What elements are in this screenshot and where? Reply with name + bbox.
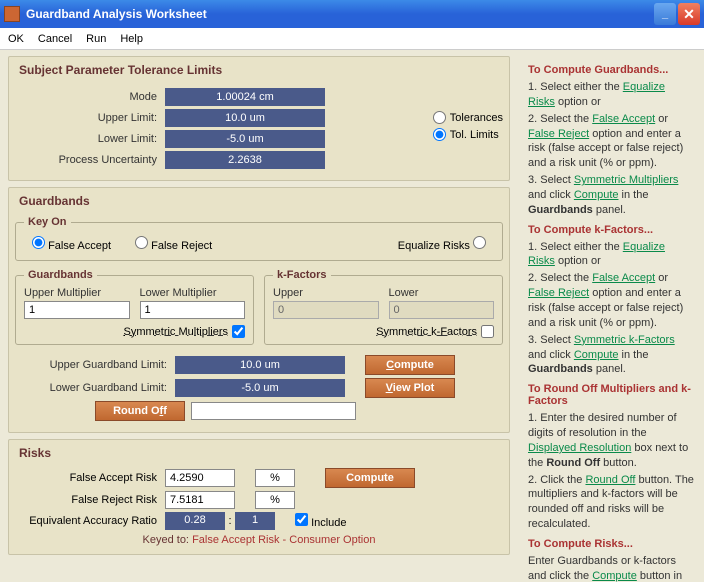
keyed-label: Keyed to: (143, 534, 189, 546)
ear-denom: 1 (235, 512, 275, 530)
help-panel: To Compute Guardbands... 1. Select eithe… (518, 50, 704, 582)
keyed-value: False Accept Risk - Consumer Option (192, 534, 375, 546)
equalize-risks-radio[interactable]: Equalize Risks (398, 236, 486, 252)
minimize-button[interactable]: _ (654, 3, 676, 25)
frr-label: False Reject Risk (15, 494, 165, 506)
help-p1c: 3. Select Symmetric Multipliers and clic… (528, 173, 694, 218)
menu-ok[interactable]: OK (8, 33, 24, 45)
guardbands-panel: Guardbands Key On False Accept False Rej… (8, 187, 510, 433)
guardbands-legend: Guardbands (24, 269, 97, 281)
keyon-legend: Key On (24, 216, 71, 228)
menu-run[interactable]: Run (86, 33, 106, 45)
help-p2c: 3. Select Symmetric k-Factors and click … (528, 333, 694, 378)
help-h3: To Round Off Multipliers and k-Factors (528, 383, 694, 407)
sym-mult-checkbox[interactable] (232, 325, 245, 338)
help-p1a: 1. Select either the Equalize Risks opti… (528, 80, 694, 110)
kfactors-group: k-Factors Upper Lower Symmetric k-Factor… (264, 269, 503, 345)
frr-value[interactable] (165, 491, 235, 509)
far-unit[interactable]: % (255, 469, 295, 487)
frr-unit[interactable]: % (255, 491, 295, 509)
lower-mult-label: Lower Multiplier (140, 287, 246, 299)
sym-mult-link[interactable]: Symmetric Multipliers (574, 174, 679, 186)
tolerance-panel: Subject Parameter Tolerance Limits Mode … (8, 56, 510, 181)
kf-lower-label: Lower (389, 287, 495, 299)
lower-limit-value: -5.0 um (165, 130, 325, 148)
include-checkbox[interactable]: Include (295, 513, 347, 529)
upper-limit-value: 10.0 um (165, 109, 325, 127)
compute-risks-button[interactable]: Compute (325, 468, 415, 488)
false-accept-radio[interactable]: False Accept (32, 236, 111, 252)
false-accept-link-2[interactable]: False Accept (592, 272, 655, 284)
false-accept-link[interactable]: False Accept (592, 113, 655, 125)
far-value[interactable] (165, 469, 235, 487)
lgl-label: Lower Guardband Limit: (15, 382, 175, 394)
mode-label: Mode (15, 91, 165, 103)
sym-mult-label: Symmetric Multipliers (123, 326, 228, 338)
tol-limits-radio-label: Tol. Limits (450, 129, 499, 141)
kf-lower-input[interactable] (389, 301, 495, 319)
upper-mult-label: Upper Multiplier (24, 287, 130, 299)
guardbands-title: Guardbands (15, 192, 503, 210)
compute-link[interactable]: Compute (574, 189, 619, 201)
ear-value: 0.28 (165, 512, 225, 530)
help-p1b: 2. Select the False Accept or False Reje… (528, 112, 694, 171)
ugl-value: 10.0 um (175, 356, 345, 374)
menu-cancel[interactable]: Cancel (38, 33, 72, 45)
help-p3a: 1. Enter the desired number of digits of… (528, 411, 694, 470)
close-button[interactable]: ✕ (678, 3, 700, 25)
upper-mult-input[interactable] (24, 301, 130, 319)
mode-value: 1.00024 cm (165, 88, 325, 106)
tol-limits-radio[interactable]: Tol. Limits (433, 128, 503, 141)
view-plot-button[interactable]: View Plot (365, 378, 455, 398)
sym-kf-label: Symmetric k-Factors (376, 326, 477, 338)
lower-mult-input[interactable] (140, 301, 246, 319)
risks-title: Risks (15, 444, 503, 462)
round-off-button[interactable]: Round Off (95, 401, 185, 421)
false-reject-link[interactable]: False Reject (528, 128, 589, 140)
far-label: False Accept Risk (15, 472, 165, 484)
tolerances-radio[interactable]: Tolerances (433, 111, 503, 124)
risks-panel: Risks False Accept Risk % Compute False … (8, 439, 510, 555)
titlebar: Guardband Analysis Worksheet _ ✕ (0, 0, 704, 28)
compute-link-2[interactable]: Compute (574, 349, 619, 361)
app-icon (4, 6, 20, 22)
sym-kf-checkbox[interactable] (481, 325, 494, 338)
help-p4: Enter Guardbands or k-factors and click … (528, 554, 694, 582)
ugl-label: Upper Guardband Limit: (15, 359, 175, 371)
window-title: Guardband Analysis Worksheet (26, 7, 654, 21)
round-off-input[interactable] (191, 402, 356, 420)
menubar: OK Cancel Run Help (0, 28, 704, 50)
help-h1: To Compute Guardbands... (528, 64, 694, 76)
guardbands-group: Guardbands Upper Multiplier Lower Multip… (15, 269, 254, 345)
displayed-resolution-link[interactable]: Displayed Resolution (528, 442, 631, 454)
tolerances-radio-label: Tolerances (450, 112, 503, 124)
compute-guardbands-button[interactable]: Compute (365, 355, 455, 375)
kfactors-legend: k-Factors (273, 269, 331, 281)
help-h4: To Compute Risks... (528, 538, 694, 550)
kf-upper-label: Upper (273, 287, 379, 299)
process-uncertainty-value: 2.2638 (165, 151, 325, 169)
kf-upper-input[interactable] (273, 301, 379, 319)
round-off-link[interactable]: Round Off (585, 474, 635, 486)
false-reject-link-2[interactable]: False Reject (528, 287, 589, 299)
help-p3b: 2. Click the Round Off button. The multi… (528, 473, 694, 532)
lower-limit-label: Lower Limit: (15, 133, 165, 145)
ear-label: Equivalent Accuracy Ratio (15, 515, 165, 527)
sym-kf-link[interactable]: Symmetric k-Factors (574, 334, 675, 346)
tolerance-title: Subject Parameter Tolerance Limits (15, 61, 503, 79)
false-reject-radio[interactable]: False Reject (135, 236, 212, 252)
help-h2: To Compute k-Factors... (528, 224, 694, 236)
process-uncertainty-label: Process Uncertainty (15, 154, 165, 166)
lgl-value: -5.0 um (175, 379, 345, 397)
keyon-group: Key On False Accept False Reject Equaliz… (15, 216, 503, 261)
help-p2a: 1. Select either the Equalize Risks opti… (528, 240, 694, 270)
help-p2b: 2. Select the False Accept or False Reje… (528, 271, 694, 330)
menu-help[interactable]: Help (120, 33, 143, 45)
upper-limit-label: Upper Limit: (15, 112, 165, 124)
compute-link-3[interactable]: Compute (592, 570, 637, 582)
